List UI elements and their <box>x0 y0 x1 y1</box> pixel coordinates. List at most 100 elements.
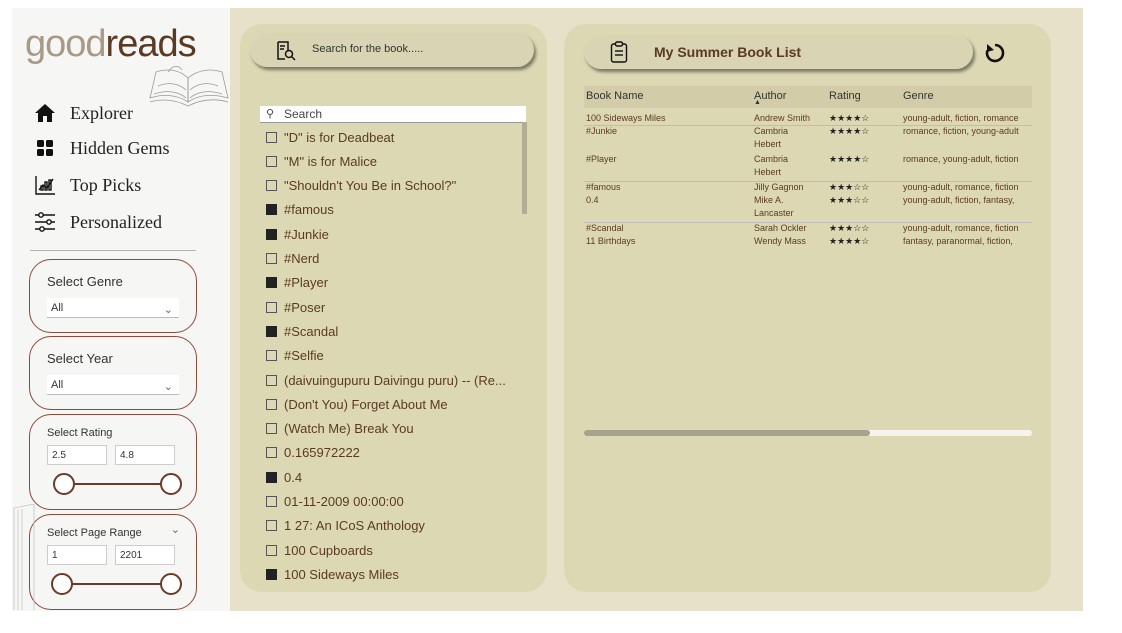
list-item-checkbox[interactable] <box>266 374 277 386</box>
list-item[interactable]: "M" is for Malice <box>266 151 377 171</box>
page-min-input[interactable]: 1 <box>47 545 107 565</box>
list-item-label: "D" is for Deadbeat <box>284 129 395 145</box>
sidebar-divider <box>30 250 196 251</box>
list-item[interactable]: 0.165972222 <box>266 443 360 463</box>
nav-hidden-gems[interactable]: Hidden Gems <box>34 137 169 159</box>
genre-dropdown-value: All <box>51 302 64 314</box>
page-max-input[interactable]: 2201 <box>115 545 175 565</box>
nav-top-picks[interactable]: Top Picks <box>34 174 141 196</box>
cell-rating: ★★★★☆ <box>829 154 870 164</box>
rating-max-input[interactable]: 4.8 <box>115 445 175 465</box>
list-item-checkbox[interactable] <box>266 155 277 167</box>
book-search-bar[interactable]: Search for the book..... <box>250 33 534 67</box>
cell-book-name: #Player <box>586 154 617 164</box>
list-item[interactable]: "D" is for Deadbeat <box>266 127 394 147</box>
year-dropdown[interactable]: All ⌄ <box>47 375 179 395</box>
list-item-checkbox[interactable] <box>266 544 277 556</box>
list-item-checkbox[interactable] <box>266 131 277 143</box>
table-header <box>584 86 1032 108</box>
col-header-genre[interactable]: Genre <box>903 90 934 102</box>
cell-author: Sarah Ockler <box>754 223 807 233</box>
chevron-down-icon[interactable]: ⌄ <box>171 523 180 536</box>
list-item[interactable]: #famous <box>266 200 334 220</box>
list-item[interactable]: #Junkie <box>266 224 329 244</box>
list-search-input[interactable]: ⚲ Search <box>260 106 526 123</box>
goodreads-logo: goodreads <box>25 23 197 66</box>
col-header-book-name[interactable]: Book Name <box>586 90 643 102</box>
cell-genre: romance, fiction, young-adult <box>903 126 1019 136</box>
list-item-checkbox[interactable] <box>266 447 277 459</box>
cell-rating: ★★★★☆ <box>829 236 870 246</box>
cell-rating: ★★★☆☆ <box>829 223 870 233</box>
list-item[interactable]: (Watch Me) Break You <box>266 419 414 439</box>
cell-book-name: #famous <box>586 182 621 192</box>
list-item[interactable]: #Selfie <box>266 346 324 366</box>
book-selection-panel: Search for the book..... ⚲ Search "D" is… <box>240 24 547 592</box>
genre-dropdown[interactable]: All ⌄ <box>47 298 179 318</box>
page-range-filter-title: Select Page Range <box>47 527 142 539</box>
cell-genre: young-adult, romance, fiction <box>903 223 1019 233</box>
list-search-placeholder: Search <box>284 107 323 121</box>
list-item-checkbox[interactable] <box>266 398 277 410</box>
cell-genre: young-adult, fiction, romance <box>903 113 1019 123</box>
list-item-checkbox[interactable] <box>266 180 277 192</box>
list-item[interactable]: #Player <box>266 273 328 293</box>
page-slider-min-handle[interactable] <box>51 573 73 595</box>
book-list-scrollbar[interactable] <box>522 122 527 214</box>
table-horizontal-scroll-thumb[interactable] <box>584 430 870 436</box>
list-item-checkbox[interactable] <box>266 301 277 313</box>
cell-author: Wendy Mass <box>754 236 806 246</box>
list-item[interactable]: #Scandal <box>266 321 338 341</box>
list-item-checkbox[interactable] <box>266 325 277 337</box>
list-item-checkbox[interactable] <box>266 423 277 435</box>
col-header-rating[interactable]: Rating <box>829 90 861 102</box>
cell-book-name: 0.4 <box>586 195 599 205</box>
list-item-label: #Selfie <box>284 348 324 364</box>
page-slider-track[interactable] <box>60 583 172 585</box>
rating-slider-track[interactable] <box>62 483 172 485</box>
list-item-checkbox[interactable] <box>266 568 277 580</box>
list-item[interactable]: 100 Sideways Miles <box>266 564 399 584</box>
nav-explorer[interactable]: Explorer <box>34 102 133 124</box>
list-item-label: #Scandal <box>284 323 339 339</box>
logo-bold-part: reads <box>105 23 197 65</box>
list-item[interactable]: 0.4 <box>266 467 302 487</box>
rating-slider-min-handle[interactable] <box>53 473 75 495</box>
list-item[interactable]: (Don't You) Forget About Me <box>266 394 448 414</box>
cell-book-name: 100 Sideways Miles <box>586 113 666 123</box>
list-item-checkbox[interactable] <box>266 228 277 240</box>
list-item-label: #Player <box>284 275 329 291</box>
list-item[interactable]: "Shouldn't You Be in School?" <box>266 176 456 196</box>
cell-author: Jilly Gagnon <box>754 182 804 192</box>
sort-ascending-icon: ▲ <box>754 99 761 106</box>
logo-light-part: good <box>25 23 107 65</box>
rating-min-input[interactable]: 2.5 <box>47 445 107 465</box>
list-item[interactable]: 01-11-2009 00:00:00 <box>266 492 404 512</box>
list-item[interactable]: (daivuingupuru Daivingu puru) -- (Re... <box>266 370 506 390</box>
cell-book-name: #Scandal <box>586 223 624 233</box>
list-item-checkbox[interactable] <box>266 350 277 362</box>
nav-personalized-label: Personalized <box>70 211 162 232</box>
list-item[interactable]: #Poser <box>266 297 325 317</box>
list-item-checkbox[interactable] <box>266 277 277 289</box>
list-item[interactable]: #Nerd <box>266 249 319 269</box>
cell-genre: young-adult, romance, fiction <box>903 182 1019 192</box>
list-item-checkbox[interactable] <box>266 471 277 483</box>
year-dropdown-value: All <box>51 379 64 391</box>
rating-slider-max-handle[interactable] <box>160 473 182 495</box>
list-item-checkbox[interactable] <box>266 204 277 216</box>
refresh-icon[interactable] <box>984 42 1006 64</box>
list-item-checkbox[interactable] <box>266 496 277 507</box>
year-filter-card: Select Year All ⌄ <box>29 336 197 410</box>
page-slider-max-handle[interactable] <box>160 573 182 595</box>
book-search-placeholder: Search for the book..... <box>312 43 424 55</box>
cell-rating: ★★★☆☆ <box>829 195 870 205</box>
nav-personalized[interactable]: Personalized <box>34 211 162 233</box>
list-item-checkbox[interactable] <box>266 253 277 264</box>
list-item[interactable]: 1 27: An ICoS Anthology <box>266 516 425 536</box>
list-item-checkbox[interactable] <box>266 520 277 532</box>
cell-book-name: 11 Birthdays <box>586 236 636 246</box>
cell-genre: fantasy, paranormal, fiction, <box>903 236 1013 246</box>
list-item[interactable]: 100 Cupboards <box>266 540 373 560</box>
summer-list-panel: My Summer Book List Book Name Author ▲ R… <box>564 24 1051 592</box>
